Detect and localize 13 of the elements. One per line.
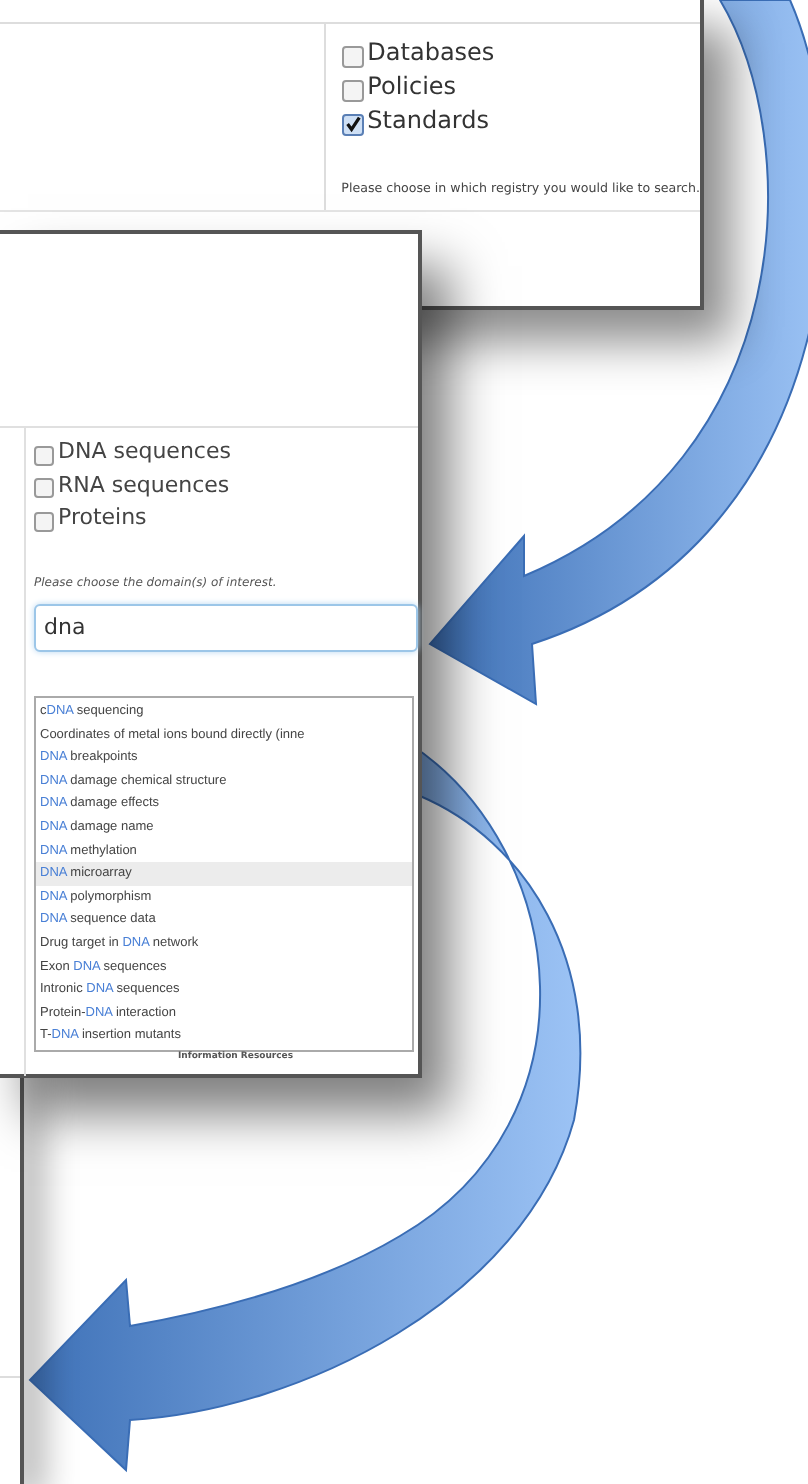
checkbox-label: Proteins: [58, 502, 147, 534]
checkbox[interactable]: [341, 45, 364, 67]
checkbox-label: Databases: [367, 36, 495, 70]
checkbox[interactable]: [34, 511, 54, 532]
checkbox[interactable]: [34, 478, 54, 499]
checkbox-label: Policies: [367, 70, 457, 104]
checkbox[interactable]: [341, 113, 364, 135]
checkbox-label: Standards: [367, 104, 490, 138]
checkbox[interactable]: [341, 79, 364, 101]
checkbox[interactable]: [34, 445, 54, 466]
checkbox-label: DNA sequences: [58, 436, 231, 468]
search-field[interactable]: dna: [34, 603, 418, 651]
checkbox-label: RNA sequences: [58, 469, 230, 501]
